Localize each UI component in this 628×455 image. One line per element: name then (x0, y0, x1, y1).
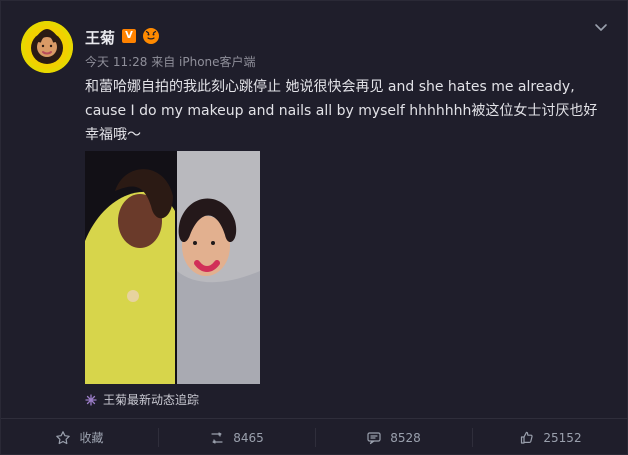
user-name[interactable]: 王菊 (85, 27, 115, 48)
repost-count[interactable]: 8465 (233, 431, 264, 445)
repost-icon-graphic (211, 431, 223, 444)
trace-label[interactable]: 王菊最新动态追踪 (103, 393, 199, 407)
post-content: 和蕾哈娜自拍的我此刻心跳停止 她说很快会再见 and she hates me … (85, 79, 598, 143)
vip-badge: V (122, 29, 136, 43)
trace-link[interactable]: 王菊最新动态追踪 (85, 391, 199, 408)
post-photo[interactable] (85, 151, 260, 384)
comment-button[interactable]: 8528 (315, 419, 472, 455)
like-button[interactable]: 25152 (472, 419, 628, 455)
post-photo-illustration (85, 151, 260, 384)
favorite-label[interactable]: 收藏 (79, 429, 103, 446)
repost-icon (209, 430, 225, 446)
weibo-post-card: 王菊 V 今天 11:28 来自 iPhone客户端 和蕾哈娜自拍的我此刻心跳停… (0, 0, 628, 455)
star-icon-graphic (56, 430, 71, 444)
favorite-button[interactable]: 收藏 (1, 419, 158, 455)
like-count[interactable]: 25152 (543, 431, 581, 445)
snowflake-icon (85, 394, 97, 406)
fan-badge-icon-graphic (143, 28, 159, 44)
snowflake-icon-graphic (85, 394, 97, 406)
post-meta: 今天 11:28 来自 iPhone客户端 (85, 55, 256, 69)
avatar-ring (21, 21, 73, 73)
thumbs-up-icon (519, 430, 535, 446)
chevron-down-icon[interactable] (593, 19, 609, 35)
comment-icon (366, 430, 382, 446)
actions-bar: 收藏 8465 8528 25152 (1, 419, 628, 455)
chevron-down-icon-graphic (595, 24, 607, 31)
star-icon (55, 430, 71, 446)
thumbs-up-icon-graphic (521, 431, 534, 444)
fan-badge-icon (142, 27, 160, 45)
repost-button[interactable]: 8465 (158, 419, 315, 455)
comment-icon-graphic (367, 431, 381, 444)
comment-count[interactable]: 8528 (390, 431, 421, 445)
